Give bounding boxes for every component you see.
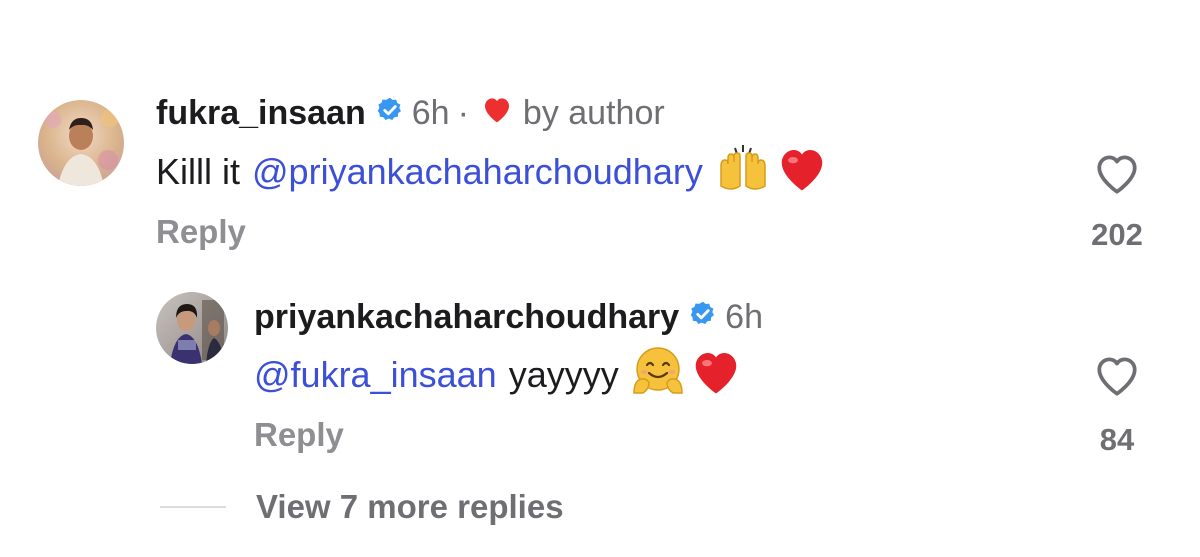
like-heart-icon[interactable] <box>1092 150 1142 201</box>
comment-text: Killl it @priyankachaharchoudhary <box>156 144 829 198</box>
hugging-face-emoji-icon <box>631 345 685 406</box>
mention-link[interactable]: @fukra_insaan <box>254 354 497 396</box>
comment-meta: fukra_insaan 6h · by author <box>156 92 665 134</box>
username[interactable]: priyankachaharchoudhary <box>254 298 679 337</box>
avatar[interactable] <box>156 292 228 364</box>
verified-badge-icon <box>376 94 404 133</box>
view-more-replies-button[interactable]: View 7 more replies <box>160 488 564 526</box>
thread-divider-line <box>160 506 226 508</box>
red-heart-emoji-icon <box>775 143 829 202</box>
by-author-label: by author <box>522 93 665 132</box>
red-heart-emoji-icon <box>689 346 743 405</box>
avatar-image <box>156 292 228 364</box>
like-count: 84 <box>1099 422 1135 457</box>
reply-button[interactable]: Reply <box>254 416 344 454</box>
avatar[interactable] <box>38 100 124 186</box>
timestamp: 6h <box>411 93 450 132</box>
username[interactable]: fukra_insaan <box>156 94 366 133</box>
timestamp: 6h <box>725 297 763 336</box>
liked-by-author-heart-icon <box>481 94 513 133</box>
like-count: 202 <box>1091 217 1143 252</box>
view-more-replies-label: View 7 more replies <box>256 488 564 525</box>
comment-text: @fukra_insaan yayyyy <box>254 346 743 401</box>
separator-dot: · <box>457 93 469 132</box>
comment-plain-text: Killl it <box>156 151 241 192</box>
raising-hands-emoji-icon <box>715 142 771 203</box>
avatar-image <box>38 100 124 186</box>
mention-link[interactable]: @priyankachaharchoudhary <box>252 151 703 193</box>
comment-plain-text: yayyyy <box>508 354 619 395</box>
reply-button[interactable]: Reply <box>156 213 246 251</box>
like-heart-icon[interactable] <box>1092 352 1142 403</box>
verified-badge-icon <box>689 298 717 337</box>
comment-meta: priyankachaharchoudhary 6h <box>254 296 763 338</box>
